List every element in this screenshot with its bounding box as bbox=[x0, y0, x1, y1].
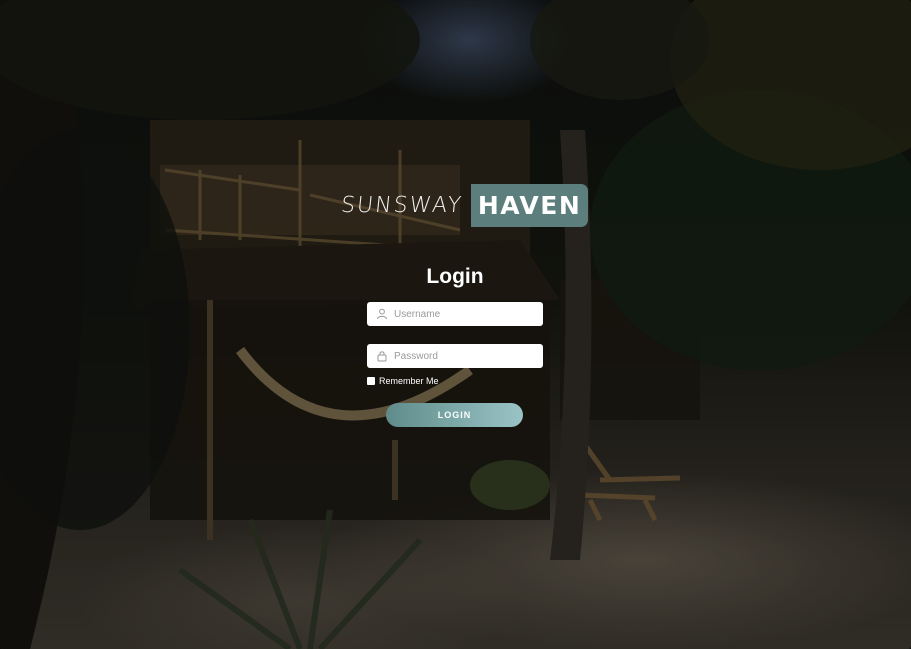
password-field[interactable] bbox=[367, 344, 543, 368]
login-title: Login bbox=[426, 265, 484, 288]
remember-me-label: Remember Me bbox=[379, 376, 439, 386]
login-button[interactable]: LOGIN bbox=[386, 403, 523, 427]
login-page: SUNSWAY HAVEN Login Remember Me LOGIN bbox=[0, 0, 911, 649]
brand-name-right: HAVEN bbox=[470, 184, 589, 227]
password-input[interactable] bbox=[394, 350, 534, 362]
username-input[interactable] bbox=[394, 308, 534, 320]
brand-logo: SUNSWAY HAVEN bbox=[339, 184, 589, 227]
remember-me-checkbox[interactable] bbox=[367, 377, 375, 385]
brand-name-left: SUNSWAY bbox=[339, 193, 465, 218]
lock-icon bbox=[376, 350, 388, 362]
user-icon bbox=[376, 308, 388, 320]
remember-me[interactable]: Remember Me bbox=[367, 376, 439, 386]
username-field[interactable] bbox=[367, 302, 543, 326]
